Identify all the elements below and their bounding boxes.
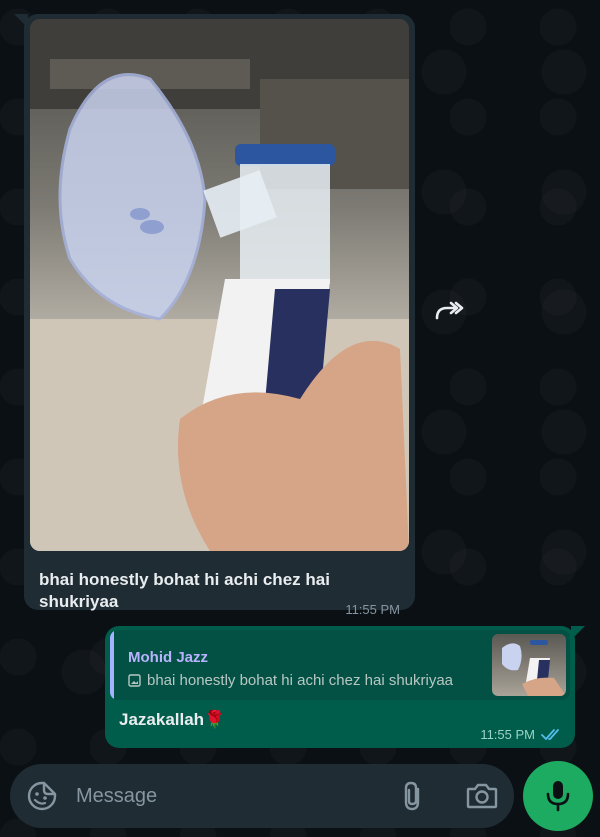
attach-button[interactable]	[398, 780, 428, 812]
message-timestamp: 11:55 PM	[345, 602, 400, 617]
incoming-message-bubble[interactable]: bhai honestly bohat hi achi chez hai shu…	[14, 14, 415, 617]
quote-text: bhai honestly bohat hi achi chez hai shu…	[128, 672, 453, 689]
message-photo[interactable]	[30, 19, 409, 551]
quoted-message[interactable]: Mohid Jazz bhai honestly bohat hi achi c…	[110, 630, 570, 700]
quote-accent-bar	[110, 630, 114, 700]
microphone-icon	[546, 781, 570, 812]
bubble-tail	[14, 14, 28, 28]
message-caption: bhai honestly bohat hi achi chez hai shu…	[39, 570, 330, 611]
reply-meta: 11:55 PM	[480, 727, 563, 742]
paperclip-icon	[404, 781, 420, 811]
forward-button[interactable]	[428, 292, 470, 330]
camera-icon	[466, 783, 498, 809]
camera-button[interactable]	[465, 780, 499, 812]
forward-icon	[435, 301, 464, 320]
message-composer	[10, 764, 514, 828]
reply-timestamp: 11:55 PM	[480, 727, 535, 742]
quote-text-label: bhai honestly bohat hi achi chez hai shu…	[147, 672, 454, 689]
sticker-icon	[27, 781, 57, 811]
quote-thumbnail	[492, 634, 566, 696]
quote-author: Mohid Jazz	[128, 649, 209, 666]
nebulizer-thumbnail	[502, 640, 566, 696]
image-icon	[128, 674, 141, 687]
voice-message-button[interactable]	[523, 761, 593, 831]
double-check-icon	[541, 728, 559, 740]
bubble-tail	[571, 626, 585, 640]
message-input[interactable]	[76, 782, 356, 810]
emoji-button[interactable]	[26, 780, 58, 812]
outgoing-message-bubble[interactable]: Mohid Jazz bhai honestly bohat hi achi c…	[105, 626, 585, 748]
reply-text: Jazakallah🌹	[119, 710, 226, 729]
nebulizer-photo-illustration	[30, 19, 409, 551]
